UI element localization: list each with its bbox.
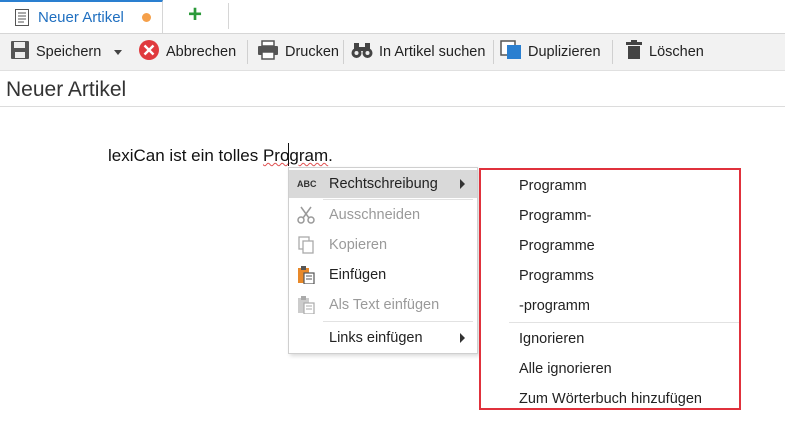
menu-item-label: Links einfügen [329,330,423,346]
binoculars-icon [351,41,373,63]
delete-label: Löschen [649,44,704,60]
add-to-dictionary-item[interactable]: Zum Wörterbuch hinzufügen [519,391,702,407]
editor-text-end: . [328,146,333,165]
menu-item-label: Rechtschreibung [329,176,438,192]
editor-text-plain: lexiCan ist ein tolles [108,146,263,165]
divider [0,106,785,107]
suggestion-item[interactable]: Programme [519,238,595,254]
chevron-right-icon [460,179,465,189]
copy-icon [297,236,315,254]
search-in-article-button[interactable]: In Artikel suchen [351,34,485,70]
spelling-submenu: Programm Programm- Programme Programms -… [479,168,741,410]
unsaved-indicator-icon [142,13,151,22]
duplicate-button[interactable]: Duplizieren [500,34,601,70]
suggestion-item[interactable]: -programm [519,298,590,314]
tab-label: Neuer Artikel [38,9,124,26]
divider [247,40,248,64]
clipboard-text-icon [297,296,315,315]
scissors-icon [297,206,315,224]
save-button[interactable]: Speichern [10,34,101,70]
cancel-button[interactable]: Abbrechen [138,34,236,70]
floppy-disk-icon [10,40,30,64]
page-title: Neuer Artikel [6,78,127,101]
cancel-icon [138,39,160,65]
menu-item-label: Als Text einfügen [329,297,440,313]
search-label: In Artikel suchen [379,44,486,60]
duplicate-icon [500,40,522,64]
text-caret [288,143,289,166]
divider [323,321,473,322]
clipboard-icon [297,266,315,285]
suggestion-item[interactable]: Programm [519,178,587,194]
toolbar: Speichern Abbrechen Drucken In Artikel s… [0,34,785,71]
menu-item-insert-links[interactable]: Links einfügen [289,324,477,352]
suggestion-item[interactable]: Programm- [519,208,592,224]
ignore-all-item[interactable]: Alle ignorieren [519,361,612,377]
duplicate-label: Duplizieren [528,44,601,60]
menu-item-label: Kopieren [329,237,388,253]
menu-item-label: Einfügen [329,267,387,283]
menu-item-paste[interactable]: Einfügen [289,261,477,289]
chevron-down-icon [114,49,122,55]
ignore-item[interactable]: Ignorieren [519,331,584,347]
divider [323,199,473,200]
menu-item-cut[interactable]: Ausschneiden [289,201,477,229]
save-label: Speichern [36,44,102,60]
save-dropdown-button[interactable] [114,34,122,70]
menu-item-spelling[interactable]: ABC Rechtschreibung [289,170,477,198]
spellcheck-icon: ABC [297,179,317,189]
divider [612,40,613,64]
editor-text[interactable]: lexiCan ist ein tolles Program. [108,146,333,166]
tab-neuer-artikel[interactable]: Neuer Artikel [0,0,163,33]
document-icon [15,9,29,31]
divider [493,40,494,64]
menu-item-paste-as-text[interactable]: Als Text einfügen [289,291,477,319]
chevron-right-icon [460,333,465,343]
divider [343,40,344,64]
menu-item-copy[interactable]: Kopieren [289,231,477,259]
print-label: Drucken [285,44,339,60]
misspelled-word[interactable]: Program [263,146,328,165]
tab-bar: Neuer Artikel + [0,0,785,34]
cancel-label: Abbrechen [166,44,237,60]
trash-icon [625,40,643,64]
print-button[interactable]: Drucken [257,34,339,70]
printer-icon [257,40,279,64]
divider [228,3,229,29]
context-menu: ABC Rechtschreibung Ausschneiden Kopiere… [288,167,478,354]
delete-button[interactable]: Löschen [625,34,704,70]
suggestion-item[interactable]: Programms [519,268,594,284]
menu-item-label: Ausschneiden [329,207,421,223]
add-tab-button[interactable]: + [177,3,213,29]
divider [509,322,739,323]
